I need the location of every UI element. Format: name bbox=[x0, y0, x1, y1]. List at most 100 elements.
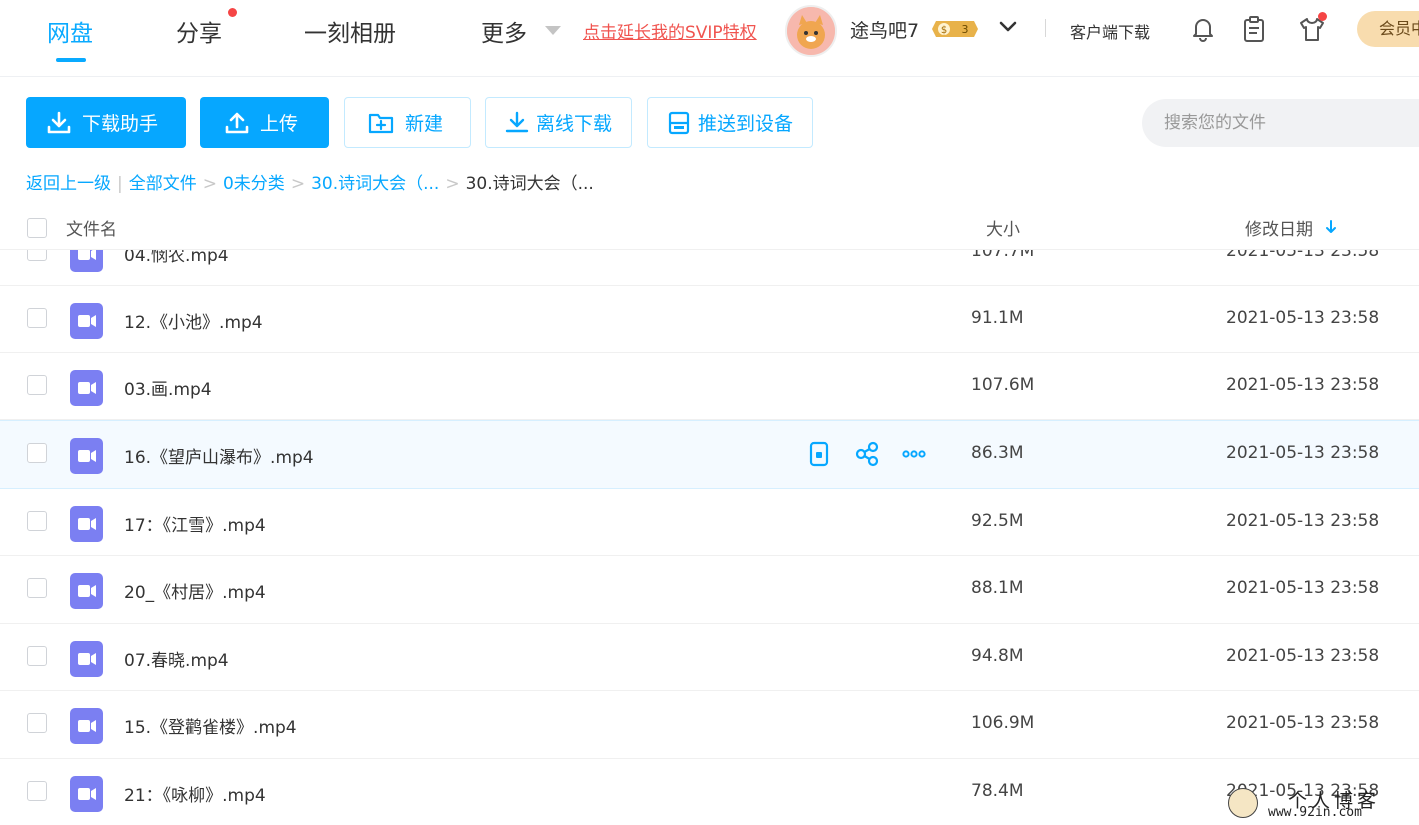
table-row-hovered[interactable]: 16.《望庐山瀑布》.mp4 86.3M 2021-05-13 23:58 bbox=[0, 420, 1419, 489]
back-link[interactable]: 返回上一级 bbox=[26, 174, 111, 194]
table-row[interactable]: 15.《登鹳雀楼》.mp4 106.9M 2021-05-13 23:58 bbox=[0, 691, 1419, 759]
nav-item-netdisk[interactable]: 网盘 bbox=[47, 14, 93, 48]
file-name[interactable]: 04.悯农.mp4 bbox=[124, 249, 229, 266]
new-folder-label: 新建 bbox=[405, 113, 444, 135]
svg-text:$: $ bbox=[941, 25, 947, 36]
breadcrumb-item-all-files[interactable]: 全部文件 bbox=[129, 174, 197, 194]
nav-divider bbox=[1045, 19, 1046, 37]
video-file-icon bbox=[70, 573, 103, 609]
row-checkbox[interactable] bbox=[27, 781, 47, 801]
file-size: 107.7M bbox=[971, 249, 1035, 261]
new-folder-button[interactable]: 新建 bbox=[344, 97, 471, 148]
table-row[interactable]: 12.《小池》.mp4 91.1M 2021-05-13 23:58 bbox=[0, 286, 1419, 353]
top-nav-bar: 网盘 分享 一刻相册 更多 点击延长我的SVIP特权 途鸟吧7 $ 3 客户端下… bbox=[0, 0, 1419, 77]
nav-item-share[interactable]: 分享 bbox=[176, 14, 222, 48]
offline-download-label: 离线下载 bbox=[536, 113, 613, 135]
file-table-header: 文件名 大小 修改日期 bbox=[0, 205, 1419, 250]
video-file-icon bbox=[70, 708, 103, 744]
table-row[interactable]: 17：《江雪》.mp4 92.5M 2021-05-13 23:58 bbox=[0, 489, 1419, 556]
table-row[interactable]: 20_《村居》.mp4 88.1M 2021-05-13 23:58 bbox=[0, 556, 1419, 624]
file-name[interactable]: 20_《村居》.mp4 bbox=[124, 578, 266, 603]
breadcrumb-item-poetry-parent[interactable]: 30.诗词大会（... bbox=[311, 174, 439, 194]
new-folder-icon bbox=[368, 113, 394, 133]
video-file-icon bbox=[70, 370, 103, 406]
file-date: 2021-05-13 23:58 bbox=[1226, 646, 1380, 666]
search-input[interactable]: 搜索您的文件 bbox=[1142, 99, 1419, 147]
file-name[interactable]: 15.《登鹳雀楼》.mp4 bbox=[124, 713, 297, 738]
file-name[interactable]: 16.《望庐山瀑布》.mp4 bbox=[124, 443, 314, 468]
file-date: 2021-05-13 23:58 bbox=[1226, 375, 1380, 395]
push-device-icon[interactable] bbox=[806, 441, 832, 467]
offline-download-button[interactable]: 离线下载 bbox=[485, 97, 632, 148]
member-center-button[interactable]: 会员中 bbox=[1357, 11, 1419, 47]
table-row[interactable]: 03.画.mp4 107.6M 2021-05-13 23:58 bbox=[0, 353, 1419, 420]
watermark-face-icon bbox=[1228, 788, 1258, 818]
select-all-checkbox[interactable] bbox=[27, 218, 47, 238]
file-size: 106.9M bbox=[971, 713, 1035, 733]
file-size: 91.1M bbox=[971, 308, 1024, 328]
more-caret-icon[interactable] bbox=[545, 26, 561, 35]
table-row[interactable]: 04.悯农.mp4 107.7M 2021-05-13 23:58 bbox=[0, 249, 1419, 286]
video-file-icon bbox=[70, 776, 103, 812]
video-file-icon bbox=[70, 641, 103, 677]
row-checkbox[interactable] bbox=[27, 443, 47, 463]
vip-level-badge: $ 3 bbox=[932, 21, 978, 37]
breadcrumb-current: 30.诗词大会（... bbox=[465, 174, 594, 194]
more-icon[interactable] bbox=[901, 441, 927, 467]
offline-download-icon bbox=[505, 111, 529, 132]
file-list: 04.悯农.mp4 107.7M 2021-05-13 23:58 12.《小池… bbox=[0, 249, 1419, 825]
column-header-size[interactable]: 大小 bbox=[986, 215, 1020, 240]
bell-icon[interactable] bbox=[1189, 15, 1217, 43]
file-name[interactable]: 07.春晓.mp4 bbox=[124, 646, 229, 671]
row-checkbox[interactable] bbox=[27, 578, 47, 598]
row-checkbox[interactable] bbox=[27, 308, 47, 328]
upload-icon bbox=[225, 112, 249, 133]
file-date: 2021-05-13 23:58 bbox=[1226, 578, 1380, 598]
row-checkbox[interactable] bbox=[27, 713, 47, 733]
client-download-link[interactable]: 客户端下载 bbox=[1070, 19, 1150, 43]
file-size: 107.6M bbox=[971, 375, 1035, 395]
file-size: 78.4M bbox=[971, 781, 1024, 801]
upload-label: 上传 bbox=[260, 113, 299, 135]
download-helper-label: 下载助手 bbox=[82, 113, 159, 135]
blog-watermark: 个人博客 www.92in.com bbox=[1222, 782, 1419, 825]
nav-item-album[interactable]: 一刻相册 bbox=[304, 14, 396, 48]
breadcrumb-item-uncategorized[interactable]: 0未分类 bbox=[223, 174, 285, 194]
file-name[interactable]: 03.画.mp4 bbox=[124, 375, 212, 400]
file-name[interactable]: 12.《小池》.mp4 bbox=[124, 308, 263, 333]
file-size: 94.8M bbox=[971, 646, 1024, 666]
column-header-name[interactable]: 文件名 bbox=[66, 215, 117, 240]
table-row[interactable]: 07.春晓.mp4 94.8M 2021-05-13 23:58 bbox=[0, 624, 1419, 691]
row-checkbox[interactable] bbox=[27, 511, 47, 531]
file-name[interactable]: 17：《江雪》.mp4 bbox=[124, 511, 266, 536]
download-helper-button[interactable]: 下载助手 bbox=[26, 97, 186, 148]
video-file-icon bbox=[70, 506, 103, 542]
svip-promo-link[interactable]: 点击延长我的SVIP特权 bbox=[583, 18, 757, 43]
row-checkbox[interactable] bbox=[27, 646, 47, 666]
breadcrumb: 返回上一级 | 全部文件 >0未分类 >30.诗词大会（... >30.诗词大会（... bbox=[26, 174, 594, 194]
chevron-down-icon[interactable] bbox=[998, 20, 1018, 34]
username[interactable]: 途鸟吧7 bbox=[850, 16, 919, 43]
video-file-icon bbox=[70, 249, 103, 272]
row-checkbox[interactable] bbox=[27, 249, 47, 261]
nav-item-more[interactable]: 更多 bbox=[481, 14, 527, 48]
share-icon[interactable] bbox=[854, 441, 880, 467]
file-size: 92.5M bbox=[971, 511, 1024, 531]
watermark-url: www.92in.com bbox=[1268, 805, 1362, 820]
device-icon bbox=[668, 111, 690, 134]
sort-down-icon[interactable] bbox=[1324, 219, 1338, 235]
theme-notification-dot bbox=[1318, 12, 1327, 21]
push-to-device-button[interactable]: 推送到设备 bbox=[647, 97, 813, 148]
avatar[interactable] bbox=[785, 5, 837, 57]
file-name[interactable]: 21：《咏柳》.mp4 bbox=[124, 781, 266, 806]
svg-text:3: 3 bbox=[962, 23, 969, 36]
file-date: 2021-05-13 23:58 bbox=[1226, 308, 1380, 328]
file-size: 88.1M bbox=[971, 578, 1024, 598]
column-header-date[interactable]: 修改日期 bbox=[1245, 215, 1313, 240]
file-date: 2021-05-13 23:58 bbox=[1226, 249, 1380, 261]
row-checkbox[interactable] bbox=[27, 375, 47, 395]
file-date: 2021-05-13 23:58 bbox=[1226, 511, 1380, 531]
upload-button[interactable]: 上传 bbox=[200, 97, 329, 148]
clipboard-icon[interactable] bbox=[1240, 15, 1268, 43]
table-row[interactable]: 21：《咏柳》.mp4 78.4M 2021-05-13 23:58 bbox=[0, 759, 1419, 825]
